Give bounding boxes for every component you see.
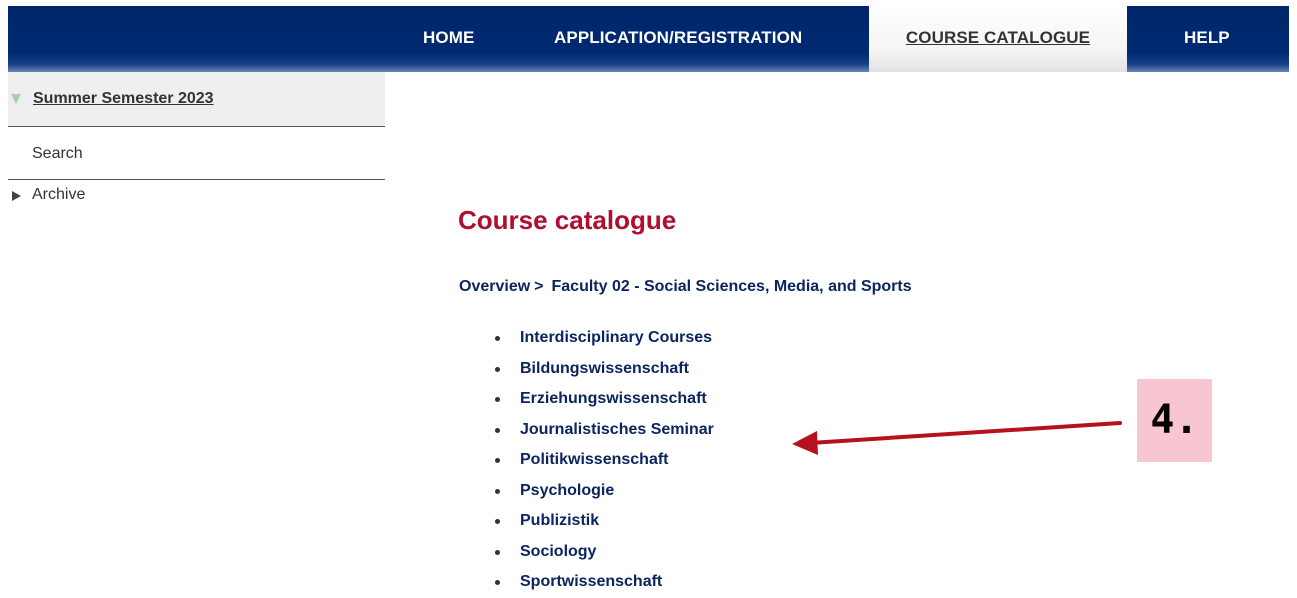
course-label[interactable]: Psychologie xyxy=(520,482,614,499)
course-link-erziehungswissenschaft[interactable]: Erziehungswissenschaft xyxy=(495,384,714,415)
course-label[interactable]: Interdisciplinary Courses xyxy=(520,329,712,346)
course-link-interdisciplinary-courses[interactable]: Interdisciplinary Courses xyxy=(495,323,714,354)
course-link-bildungswissenschaft[interactable]: Bildungswissenschaft xyxy=(495,354,714,385)
course-label[interactable]: Sociology xyxy=(520,543,596,560)
page-title: Course catalogue xyxy=(458,205,677,235)
bullet-icon xyxy=(495,427,500,433)
course-link-sportwissenschaft[interactable]: Sportwissenschaft xyxy=(495,567,714,598)
triangle-right-icon xyxy=(12,191,21,201)
bullet-icon xyxy=(495,458,500,463)
annotation-step-badge: 4. xyxy=(1137,379,1212,462)
breadcrumb-overview-link[interactable]: Overview xyxy=(459,278,530,295)
nav-application-registration[interactable]: APPLICATION/REGISTRATION xyxy=(554,6,802,72)
course-label[interactable]: Publizistik xyxy=(520,512,599,529)
sidebar-item-label[interactable]: Search xyxy=(32,145,83,163)
top-navigation-bar: HOME APPLICATION/REGISTRATION COURSE CAT… xyxy=(8,6,1289,72)
course-list: Interdisciplinary Courses Bildungswissen… xyxy=(495,323,714,598)
breadcrumb: Overview > Faculty 02 - Social Sciences, M… xyxy=(459,278,912,296)
nav-home[interactable]: HOME xyxy=(423,6,474,72)
bullet-icon xyxy=(495,519,500,524)
course-link-psychologie[interactable]: Psychologie xyxy=(495,476,714,507)
breadcrumb-current: Faculty 02 - Social Sciences, Media, and… xyxy=(551,278,912,295)
bullet-icon xyxy=(495,336,500,341)
sidebar-item-search[interactable]: Search xyxy=(8,127,385,180)
nav-course-catalogue[interactable]: COURSE CATALOGUE xyxy=(869,6,1127,72)
course-label[interactable]: Sportwissenschaft xyxy=(520,573,662,590)
sidebar-item-summer-semester[interactable]: Summer Semester 2023 xyxy=(8,72,385,127)
sidebar-item-label[interactable]: Summer Semester 2023 xyxy=(33,90,214,108)
nav-help[interactable]: HELP xyxy=(1184,6,1230,72)
sidebar-item-label[interactable]: Archive xyxy=(32,186,85,204)
course-link-politikwissenschaft[interactable]: Politikwissenschaft xyxy=(495,445,714,476)
course-label[interactable]: Journalistisches Seminar xyxy=(520,421,714,438)
sidebar: Summer Semester 2023 Search Archive xyxy=(8,72,385,210)
bullet-icon xyxy=(495,549,500,555)
sidebar-item-archive[interactable]: Archive xyxy=(8,180,385,210)
bullet-icon xyxy=(495,488,500,494)
bullet-icon xyxy=(495,366,500,372)
course-label[interactable]: Bildungswissenschaft xyxy=(520,360,689,377)
course-label[interactable]: Erziehungswissenschaft xyxy=(520,390,707,407)
course-link-sociology[interactable]: Sociology xyxy=(495,537,714,568)
breadcrumb-separator: > xyxy=(534,278,544,295)
bullet-icon xyxy=(495,397,500,402)
course-link-journalistisches-seminar[interactable]: Journalistisches Seminar xyxy=(495,415,714,446)
triangle-down-icon xyxy=(11,94,21,104)
course-link-publizistik[interactable]: Publizistik xyxy=(495,506,714,537)
course-label[interactable]: Politikwissenschaft xyxy=(520,451,669,468)
